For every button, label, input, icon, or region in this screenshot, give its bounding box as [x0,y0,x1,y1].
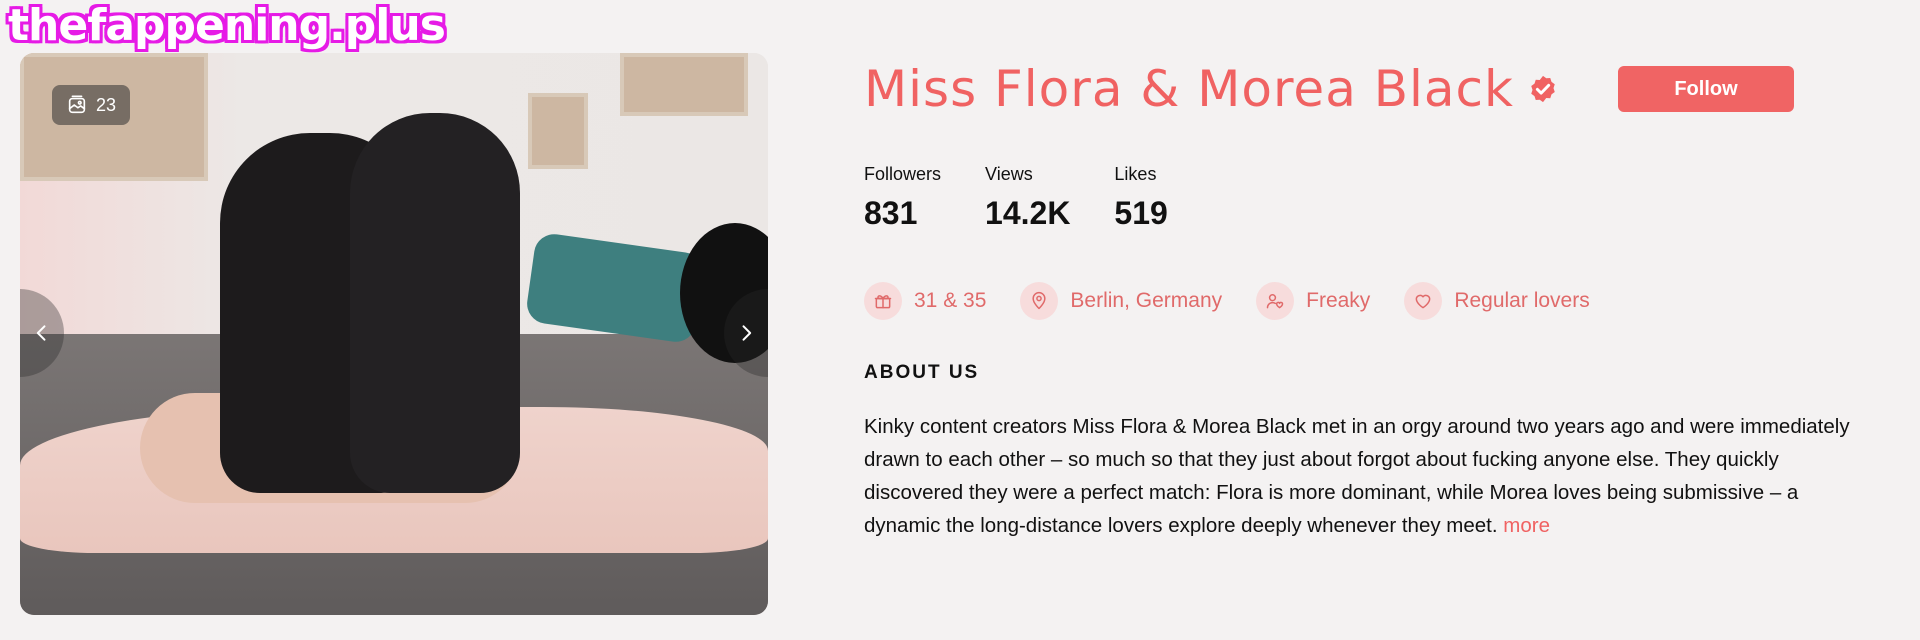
user-heart-icon [1256,282,1295,320]
profile-name: Miss Flora & Morea Black [864,60,1515,118]
heart-icon [1404,282,1443,320]
stat-value: 14.2K [985,195,1071,231]
stat-views: Views 14.2K [985,164,1070,232]
follow-button[interactable]: Follow [1618,66,1795,112]
photo-count-badge: 23 [52,85,131,125]
stat-value: 831 [864,195,918,231]
tag-personality: Freaky [1256,282,1370,320]
about-text: Kinky content creators Miss Flora & More… [864,415,1850,537]
stat-label: Followers [864,164,942,184]
tag-label: Freaky [1306,289,1371,312]
profile-stats: Followers 831 Views 14.2K Likes 519 [864,164,1884,232]
profile-tags: 31 & 35 Berlin, Germany Freaky Regular l… [864,282,1884,320]
tag-label: Berlin, Germany [1070,289,1223,312]
photo-count-value: 23 [96,94,117,115]
wall-art [528,93,588,169]
gift-icon [864,282,902,320]
profile-info: Miss Flora & Morea Black Follow Follower… [864,58,1884,542]
about-description: Kinky content creators Miss Flora & More… [864,410,1874,542]
stat-value: 519 [1114,195,1168,231]
about-heading: ABOUT US [864,362,980,383]
stat-likes: Likes 519 [1114,164,1167,232]
profile-header: Miss Flora & Morea Black Follow [864,58,1884,120]
chevron-right-icon [742,325,752,341]
verified-badge-icon [1531,75,1555,103]
tag-location: Berlin, Germany [1020,282,1222,320]
photo-subject [350,113,520,493]
stat-label: Likes [1114,164,1157,184]
wall-art [620,53,748,116]
site-watermark: thefappening.plus [8,0,446,51]
read-more-link[interactable]: more [1503,514,1550,537]
stat-followers: Followers 831 [864,164,941,232]
profile-photo-gallery[interactable]: 23 [20,53,768,615]
images-icon [68,95,86,114]
stat-label: Views [985,164,1033,184]
tag-age: 31 & 35 [864,282,986,320]
location-pin-icon [1020,282,1059,320]
chevron-left-icon [36,325,46,341]
tag-label: 31 & 35 [914,289,987,312]
tag-label: Regular lovers [1454,289,1590,312]
tag-relationship: Regular lovers [1404,282,1590,320]
